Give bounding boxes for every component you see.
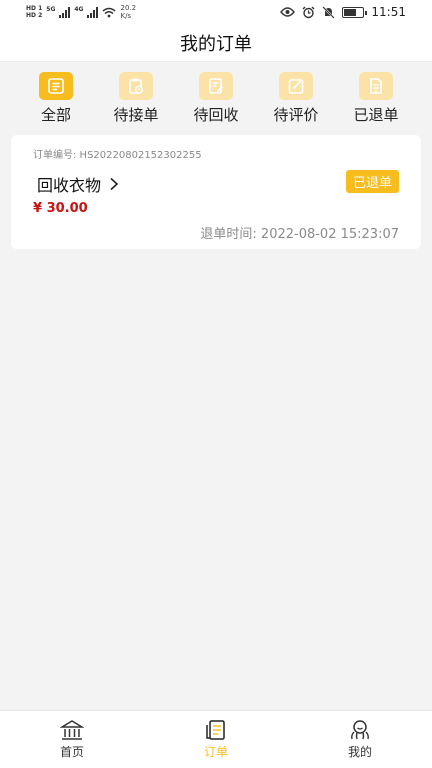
order-title-link[interactable]: 回收衣物 [37, 172, 119, 196]
tab-label: 待回收 [193, 106, 239, 124]
tab-label: 已退单 [353, 106, 399, 124]
tab-label: 待接单 [113, 106, 159, 124]
refund-time: 退单时间: 2022-08-02 15:23:07 [200, 227, 399, 242]
order-icon [206, 720, 225, 740]
speed-unit: K/s [120, 12, 132, 20]
alarm-icon [302, 6, 315, 18]
hd-indicators: HD 1 HD 2 [26, 5, 42, 19]
order-price: ¥ 30.00 [33, 201, 88, 216]
nav-label: 首页 [59, 745, 84, 759]
hd2-label: HD 2 [26, 12, 43, 19]
eye-icon [280, 7, 296, 17]
nav-profile[interactable]: 我的 [300, 711, 420, 768]
chevron-right-icon [109, 177, 119, 191]
bottom-navigation: 首页 订单 我的 [0, 710, 432, 768]
battery-icon [342, 6, 368, 18]
signal-icon [59, 6, 71, 18]
pencil-square-icon [279, 72, 313, 100]
tab-pending-accept[interactable]: 待接单 [96, 66, 176, 126]
mute-bell-icon [322, 5, 336, 19]
network-type-1: 5G [46, 6, 56, 13]
nav-label: 我的 [347, 745, 372, 759]
nav-label: 订单 [203, 745, 228, 759]
signal-icon [87, 6, 99, 18]
nav-home[interactable]: 首页 [12, 711, 132, 768]
page-title: 我的订单 [180, 33, 252, 55]
page-header: 我的订单 [0, 24, 432, 62]
tab-label: 待评价 [273, 106, 319, 124]
speed-value: 20.2 [120, 4, 137, 12]
network-speed: 20.2 K/s [120, 4, 136, 20]
tab-pending-recycle[interactable]: 待回收 [176, 66, 256, 126]
hd1-label: HD 1 [26, 5, 43, 12]
order-number: 订单编号: HS20220802152302255 [33, 150, 202, 161]
profile-icon [351, 720, 369, 740]
clipboard-clock-icon [119, 72, 153, 100]
clock: 11:51 [371, 5, 406, 19]
document-edit-icon [199, 72, 233, 100]
order-title: 回收衣物 [37, 176, 102, 195]
wifi-icon [103, 7, 116, 17]
home-icon [60, 720, 84, 740]
document-return-icon [359, 72, 393, 100]
status-left: HD 1 HD 2 5G 4G 20.2 K/s [26, 4, 136, 20]
tab-label: 全部 [40, 106, 71, 124]
status-badge: 已退单 [345, 170, 399, 193]
tab-all[interactable]: 全部 [16, 66, 96, 126]
order-card[interactable]: 订单编号: HS20220802152302255 回收衣物 已退单 ¥ 30.… [11, 135, 421, 249]
tab-pending-review[interactable]: 待评价 [256, 66, 336, 126]
list-icon [39, 72, 73, 100]
order-filter-tabs: 全部 待接单 待回收 待评价 已退单 [0, 66, 432, 126]
status-right: 11:51 [280, 5, 406, 19]
network-type-2: 4G [74, 6, 84, 13]
nav-orders[interactable]: 订单 [156, 711, 276, 768]
status-bar: HD 1 HD 2 5G 4G 20.2 K/s 11:51 [0, 0, 432, 24]
tab-refunded[interactable]: 已退单 [336, 66, 416, 126]
